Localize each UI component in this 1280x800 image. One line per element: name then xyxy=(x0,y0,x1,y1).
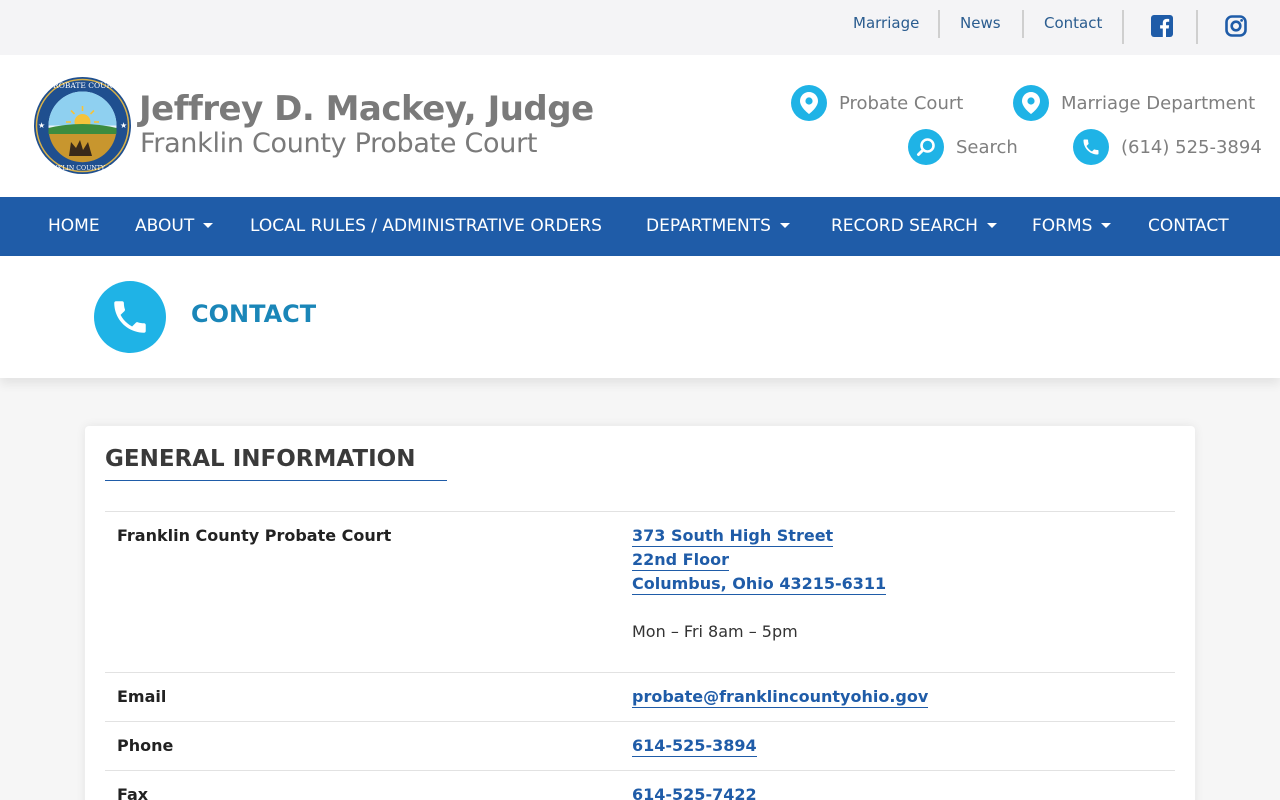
nav-local-rules-label: LOCAL RULES / ADMINISTRATIVE ORDERS xyxy=(250,216,602,236)
table-row-court-address: Franklin County Probate Court 373 South … xyxy=(105,511,1175,672)
site-header: PROBATE COURT FRANKLIN COUNTY, OHIO ★ ★ … xyxy=(0,55,1280,197)
address-line-1-link[interactable]: 373 South High Street xyxy=(632,526,834,547)
svg-text:★: ★ xyxy=(38,121,45,130)
search-label: Search xyxy=(956,136,1018,158)
nav-departments[interactable]: DEPARTMENTS xyxy=(646,197,790,256)
phone-icon xyxy=(1073,129,1109,165)
general-information-card: GENERAL INFORMATION Franklin County Prob… xyxy=(85,426,1195,800)
section-heading-underline xyxy=(105,480,447,481)
chevron-down-icon xyxy=(203,223,214,228)
judge-name-heading: Jeffrey D. Mackey, Judge xyxy=(139,89,594,129)
address-line-2-link[interactable]: 22nd Floor xyxy=(632,550,729,571)
probate-court-label: Probate Court xyxy=(839,92,964,114)
fax-link[interactable]: 614-525-7422 xyxy=(632,785,757,800)
main-navigation: HOME ABOUT LOCAL RULES / ADMINISTRATIVE … xyxy=(0,197,1280,256)
search-icon xyxy=(908,129,944,165)
nav-record-search[interactable]: RECORD SEARCH xyxy=(831,197,997,256)
fax-value: 614-525-7422 xyxy=(632,783,757,800)
marriage-department-location-link[interactable]: Marriage Department xyxy=(1013,85,1255,121)
phone-label: Phone xyxy=(117,736,174,755)
email-value: probate@franklincountyohio.gov xyxy=(632,685,929,709)
email-link[interactable]: probate@franklincountyohio.gov xyxy=(632,687,929,708)
nav-departments-label: DEPARTMENTS xyxy=(646,216,771,236)
marriage-department-label: Marriage Department xyxy=(1061,92,1256,114)
nav-forms-label: FORMS xyxy=(1032,216,1093,236)
svg-text:★: ★ xyxy=(120,121,127,130)
instagram-icon[interactable] xyxy=(1225,15,1249,39)
court-address-block: 373 South High Street 22nd Floor Columbu… xyxy=(632,524,887,644)
map-pin-icon xyxy=(1013,85,1049,121)
page-title-band: CONTACT xyxy=(0,256,1280,378)
nav-record-search-label: RECORD SEARCH xyxy=(831,216,978,236)
map-pin-icon xyxy=(791,85,827,121)
nav-contact[interactable]: CONTACT xyxy=(1148,197,1229,256)
office-hours: Mon – Fri 8am – 5pm xyxy=(632,622,798,641)
utility-divider xyxy=(1196,10,1198,44)
court-seal-logo[interactable]: PROBATE COURT FRANKLIN COUNTY, OHIO ★ ★ xyxy=(33,76,132,175)
header-phone-link[interactable]: (614) 525-3894 xyxy=(1073,129,1262,165)
court-name-label: Franklin County Probate Court xyxy=(117,526,392,545)
utility-divider xyxy=(1122,10,1124,44)
nav-about[interactable]: ABOUT xyxy=(135,197,214,256)
nav-contact-label: CONTACT xyxy=(1148,216,1229,236)
phone-icon xyxy=(94,281,166,353)
search-link[interactable]: Search xyxy=(908,129,1018,165)
probate-court-location-link[interactable]: Probate Court xyxy=(791,85,963,121)
address-line-3-link[interactable]: Columbus, Ohio 43215-6311 xyxy=(632,574,887,595)
utility-link-contact[interactable]: Contact xyxy=(1044,14,1102,32)
utility-bar: Marriage News Contact xyxy=(0,0,1280,55)
chevron-down-icon xyxy=(779,223,790,228)
utility-link-news[interactable]: News xyxy=(960,14,1001,32)
court-name-subheading: Franklin County Probate Court xyxy=(140,128,538,159)
nav-local-rules[interactable]: LOCAL RULES / ADMINISTRATIVE ORDERS xyxy=(250,197,602,256)
header-phone-number: (614) 525-3894 xyxy=(1121,136,1262,158)
page-title: CONTACT xyxy=(191,300,317,328)
nav-about-label: ABOUT xyxy=(135,216,195,236)
email-label: Email xyxy=(117,687,167,706)
seal-bottom-text: FRANKLIN COUNTY, OHIO xyxy=(39,165,126,172)
table-row-email: Email probate@franklincountyohio.gov xyxy=(105,672,1175,721)
utility-divider xyxy=(938,10,940,38)
chevron-down-icon xyxy=(1101,223,1112,228)
seal-top-text: PROBATE COURT xyxy=(48,81,117,90)
facebook-icon[interactable] xyxy=(1151,15,1175,39)
phone-value: 614-525-3894 xyxy=(632,734,757,758)
nav-forms[interactable]: FORMS xyxy=(1032,197,1112,256)
utility-divider xyxy=(1022,10,1024,38)
table-row-fax: Fax 614-525-7422 xyxy=(105,770,1175,800)
table-row-phone: Phone 614-525-3894 xyxy=(105,721,1175,770)
chevron-down-icon xyxy=(986,223,997,228)
fax-label: Fax xyxy=(117,785,149,800)
phone-link[interactable]: 614-525-3894 xyxy=(632,736,757,757)
nav-home-label: HOME xyxy=(48,216,100,236)
utility-link-marriage[interactable]: Marriage xyxy=(853,14,919,32)
section-heading: GENERAL INFORMATION xyxy=(105,446,416,472)
nav-home[interactable]: HOME xyxy=(48,197,100,256)
